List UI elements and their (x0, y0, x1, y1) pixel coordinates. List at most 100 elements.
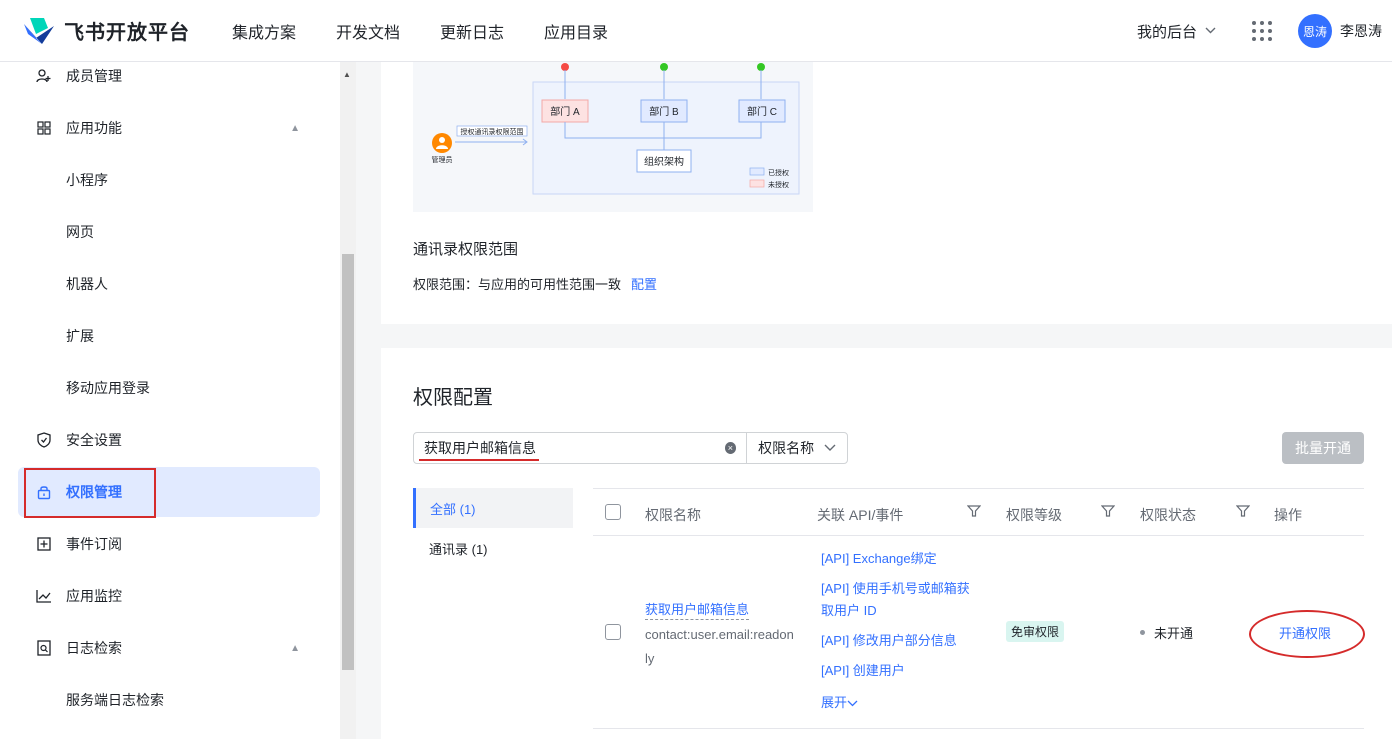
my-backend-dropdown[interactable]: 我的后台 (1137, 21, 1216, 42)
filter-icon[interactable] (1100, 504, 1116, 518)
sidebar-item-label: 日志检索 (66, 640, 122, 656)
log-search-icon (36, 640, 52, 656)
col-api: 关联 API/事件 (817, 507, 904, 523)
sidebar-item-label: 事件订阅 (66, 536, 122, 552)
diagram-admin: 管理员 (432, 155, 453, 164)
line-chart-icon (36, 588, 52, 604)
api-link-exchange[interactable]: [API] Exchange绑定 (821, 548, 937, 570)
sidebar-item-label: 安全设置 (66, 432, 122, 448)
nav-solutions[interactable]: 集成方案 (232, 19, 296, 43)
status-dot-icon (1140, 630, 1145, 635)
my-backend-label: 我的后台 (1136, 23, 1197, 41)
search-type-label: 权限名称 (758, 440, 815, 456)
diagram-dept-b: 部门 B (649, 105, 679, 118)
username[interactable]: 李恩涛 (1340, 21, 1382, 41)
add-user-icon (36, 68, 52, 84)
batch-open-button[interactable]: 批量开通 (1282, 432, 1364, 464)
sidebar-item-web-page[interactable]: 网页 (18, 207, 320, 257)
sidebar-item-server-log[interactable]: 服务端日志检索 (18, 675, 320, 725)
nav-app-directory[interactable]: 应用目录 (544, 19, 608, 43)
nav-docs[interactable]: 开发文档 (336, 19, 400, 43)
level-badge: 免审权限 (1006, 621, 1065, 642)
search-type-select[interactable]: 权限名称 (746, 433, 847, 463)
sidebar-item-label: 机器人 (66, 276, 108, 292)
plus-box-icon (36, 536, 52, 552)
open-permission-link[interactable]: 开通权限 (1279, 623, 1331, 642)
category-contact[interactable]: 通讯录 (1) (413, 528, 573, 568)
filter-icon[interactable] (966, 504, 982, 518)
scope-title: 通讯录权限范围 (413, 241, 519, 258)
select-all-checkbox[interactable] (605, 504, 621, 520)
feishu-logo-icon (22, 16, 56, 46)
col-status: 权限状态 (1140, 507, 1196, 523)
category-all[interactable]: 全部 (1) (413, 488, 573, 528)
sidebar-item-label: 成员管理 (66, 68, 122, 84)
shield-icon (36, 432, 52, 448)
chevron-down-icon (824, 442, 836, 454)
sidebar-item-label: 网页 (66, 224, 94, 240)
sidebar-item-label: 移动应用登录 (66, 380, 150, 396)
chevron-down-icon (847, 695, 858, 710)
table-header: 权限名称 关联 API/事件 权限等级 权限状态 操作 (593, 488, 1364, 536)
status-text: 未开通 (1154, 626, 1194, 641)
col-name: 权限名称 (645, 507, 701, 523)
top-navbar: 飞书开放平台 集成方案 开发文档 更新日志 应用目录 我的后台 恩涛 李恩涛 (0, 0, 1392, 62)
caret-up-icon: ▲ (290, 122, 300, 134)
diagram-grant-label: 授权通讯录权限范围 (461, 127, 524, 136)
sidebar: 成员管理 应用功能 ▲ 小程序 网页 机器人 扩展 移动应用登录 安全设置 权限… (0, 62, 340, 739)
col-action: 操作 (1274, 507, 1302, 523)
lock-icon (36, 484, 52, 500)
permission-name-link[interactable]: 获取用户邮箱信息 (645, 599, 750, 620)
api-link-create-user[interactable]: [API] 创建用户 (821, 660, 905, 682)
diagram-legend-unauthorized: 未授权 (768, 180, 789, 189)
sidebar-item-label: 应用监控 (66, 588, 122, 604)
api-link-patch-user[interactable]: [API] 修改用户部分信息 (821, 630, 957, 652)
underline-annotation (419, 459, 539, 461)
diagram-dept-c: 部门 C (747, 105, 777, 118)
col-level: 权限等级 (1006, 507, 1062, 523)
api-link-get-user-id-cont[interactable]: 取用户 ID (821, 600, 877, 622)
sidebar-item-security[interactable]: 安全设置 (18, 415, 320, 465)
sidebar-item-label: 权限管理 (66, 484, 122, 500)
expand-label: 展开 (821, 695, 848, 710)
sidebar-item-label: 应用功能 (66, 120, 122, 136)
sidebar-item-monitoring[interactable]: 应用监控 (18, 571, 320, 621)
expand-link[interactable]: 展开 (821, 692, 858, 714)
sidebar-item-log-search[interactable]: 日志检索 ▲ (18, 623, 320, 673)
permission-code: contact:user.email:readonly (645, 627, 794, 666)
scope-configure-link[interactable]: 配置 (631, 277, 657, 292)
scope-label: 权限范围： (413, 277, 479, 292)
sidebar-item-members[interactable]: 成员管理 (18, 62, 320, 101)
sidebar-item-mobile-login[interactable]: 移动应用登录 (18, 363, 320, 413)
scope-value: 与应用的可用性范围一致 (478, 277, 622, 292)
api-link-get-user-id[interactable]: [API] 使用手机号或邮箱获 (821, 578, 970, 600)
sidebar-item-label: 小程序 (66, 172, 108, 188)
nav-changelog[interactable]: 更新日志 (440, 19, 504, 43)
filter-icon[interactable] (1235, 504, 1251, 518)
diagram-org: 组织架构 (644, 155, 684, 168)
sidebar-item-events[interactable]: 事件订阅 (18, 519, 320, 569)
scroll-up-arrow-icon[interactable]: ▲ (343, 70, 351, 79)
scope-line: 权限范围：与应用的可用性范围一致 配置 (413, 274, 657, 293)
sidebar-scrollbar-thumb[interactable] (342, 254, 354, 670)
sidebar-item-extension[interactable]: 扩展 (18, 311, 320, 361)
row-checkbox[interactable] (605, 624, 621, 640)
sidebar-item-mini-program[interactable]: 小程序 (18, 155, 320, 205)
sidebar-item-app-features[interactable]: 应用功能 ▲ (18, 103, 320, 153)
page-title: 权限配置 (413, 387, 493, 409)
brand-logo[interactable]: 飞书开放平台 (22, 16, 222, 46)
app-grid-icon[interactable] (1252, 21, 1272, 41)
avatar[interactable]: 恩涛 (1298, 14, 1332, 48)
grid-icon (36, 120, 52, 136)
diagram-dept-a: 部门 A (550, 105, 580, 118)
sidebar-item-label: 服务端日志检索 (66, 692, 164, 708)
status-badge: 未开通 (1140, 623, 1193, 642)
caret-up-icon: ▲ (290, 642, 300, 654)
chevron-down-icon (1205, 25, 1216, 37)
sidebar-item-bot[interactable]: 机器人 (18, 259, 320, 309)
brand-name: 飞书开放平台 (64, 22, 190, 44)
clear-icon[interactable]: × (724, 442, 737, 454)
sidebar-item-label: 扩展 (66, 328, 94, 344)
diagram-legend-authorized: 已授权 (768, 168, 789, 177)
sidebar-item-permissions[interactable]: 权限管理 (18, 467, 320, 517)
